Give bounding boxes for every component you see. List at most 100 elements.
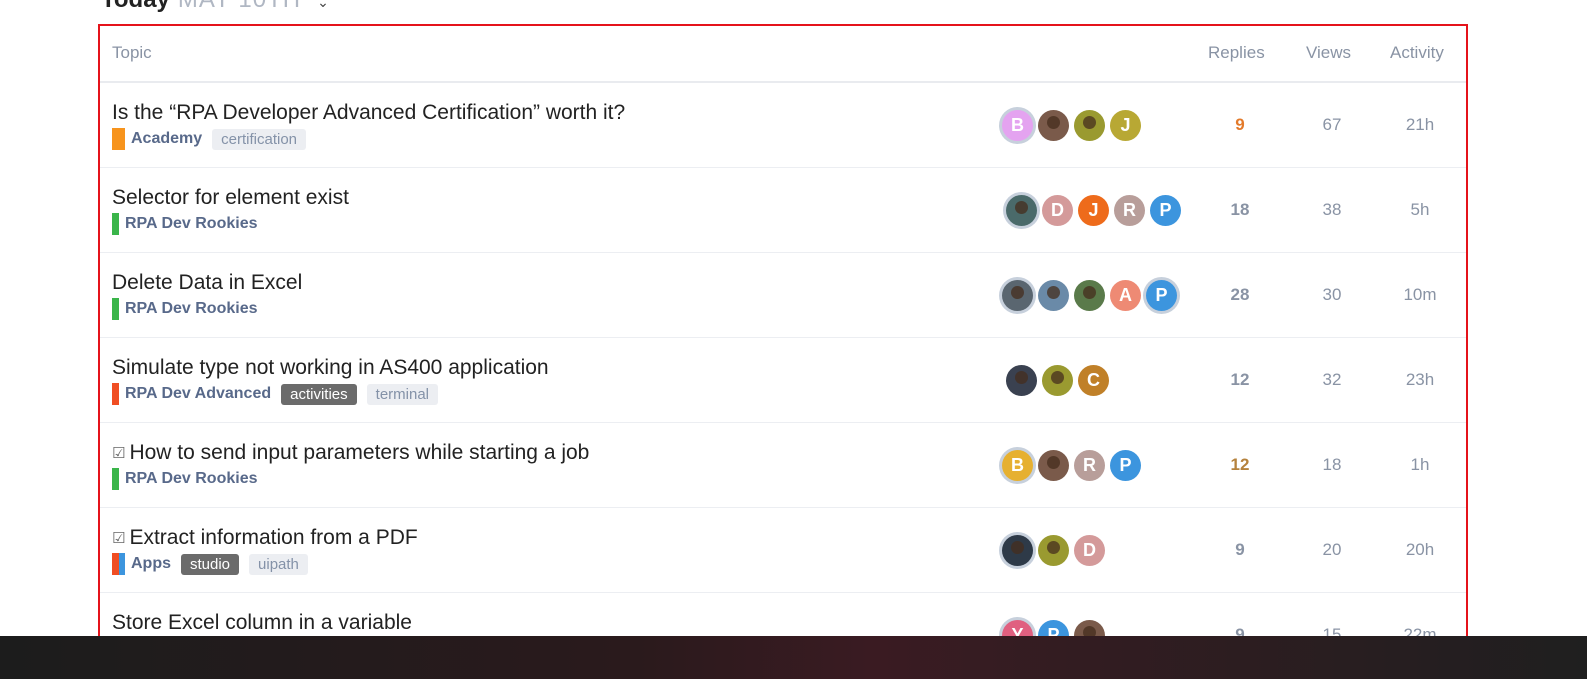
category-name[interactable]: RPA Dev Advanced xyxy=(125,385,271,403)
topic-title-link[interactable]: Simulate type not working in AS400 appli… xyxy=(112,356,549,380)
today-label: Today xyxy=(101,0,170,14)
avatar[interactable]: B xyxy=(1002,109,1033,141)
solved-checkbox-icon: ☑ xyxy=(112,530,126,547)
category-badge[interactable]: Apps xyxy=(112,553,171,575)
views-count: 30 xyxy=(1322,285,1342,304)
avatar[interactable]: C xyxy=(1078,364,1109,396)
topic-title-text[interactable]: Delete Data in Excel xyxy=(112,271,302,295)
replies-count[interactable]: 9 xyxy=(1200,83,1280,167)
category-badge[interactable]: RPA Dev Advanced xyxy=(112,383,271,405)
topic-row[interactable]: ☑ How to send input parameters while star… xyxy=(100,423,1466,508)
topic-title-link[interactable]: ☑ Extract information from a PDF xyxy=(112,526,418,550)
views-count: 20 xyxy=(1322,540,1342,559)
tag-chip[interactable]: uipath xyxy=(249,553,308,575)
category-badge[interactable]: Academy xyxy=(112,128,202,150)
topic-meta: RPA Dev Advanced activities terminal xyxy=(112,383,439,405)
avatar[interactable]: P xyxy=(1150,194,1181,226)
topic-row[interactable]: ☑ Extract information from a PDF Apps studi… xyxy=(100,508,1466,593)
avatar[interactable] xyxy=(1038,534,1069,566)
avatar[interactable]: J xyxy=(1078,194,1109,226)
avatar[interactable]: P xyxy=(1110,449,1141,481)
avatar[interactable]: R xyxy=(1074,449,1105,481)
column-replies[interactable]: Replies xyxy=(1208,43,1265,63)
avatar[interactable] xyxy=(1002,279,1033,311)
replies-count[interactable]: 28 xyxy=(1200,253,1280,337)
avatar[interactable]: B xyxy=(1002,449,1033,481)
avatar[interactable]: J xyxy=(1110,109,1141,141)
avatar[interactable] xyxy=(1042,364,1073,396)
replies-count[interactable]: 12 xyxy=(1200,338,1280,422)
views-count: 18 xyxy=(1322,455,1342,474)
topic-title-text[interactable]: Extract information from a PDF xyxy=(129,526,417,550)
topic-meta: RPA Dev Rookies xyxy=(112,213,257,235)
topic-meta: RPA Dev Rookies xyxy=(112,298,257,320)
avatar[interactable] xyxy=(1038,279,1069,311)
topic-title-text[interactable]: Selector for element exist xyxy=(112,186,349,210)
activity-time[interactable]: 21h xyxy=(1380,83,1460,167)
tag-chip[interactable]: terminal xyxy=(366,383,439,405)
category-name[interactable]: Academy xyxy=(131,130,202,148)
avatar[interactable] xyxy=(1074,109,1105,141)
poster-avatars: C xyxy=(1006,338,1109,422)
tag-chip[interactable]: certification xyxy=(212,128,307,150)
views-count: 67 xyxy=(1322,115,1342,134)
avatar[interactable] xyxy=(1002,534,1033,566)
topic-title-link[interactable]: ☑ How to send input parameters while star… xyxy=(112,441,589,465)
activity-time[interactable]: 1h xyxy=(1380,423,1460,507)
activity-time[interactable]: 5h xyxy=(1380,168,1460,252)
topic-meta: Apps studio uipath xyxy=(112,553,308,575)
avatar[interactable] xyxy=(1006,194,1037,226)
category-badge[interactable]: RPA Dev Rookies xyxy=(112,468,257,490)
tag-chip[interactable]: studio xyxy=(181,553,240,575)
avatar[interactable]: D xyxy=(1042,194,1073,226)
column-topic[interactable]: Topic xyxy=(112,43,152,63)
tag-chip[interactable]: activities xyxy=(281,383,357,405)
topic-title-text[interactable]: Simulate type not working in AS400 appli… xyxy=(112,356,549,380)
topic-row[interactable]: Is the “RPA Developer Advanced Certifica… xyxy=(100,83,1466,168)
topic-meta: Academy certification xyxy=(112,128,307,150)
topic-title-link[interactable]: Is the “RPA Developer Advanced Certifica… xyxy=(112,101,625,125)
category-badge[interactable]: RPA Dev Rookies xyxy=(112,213,257,235)
category-color-bar xyxy=(112,383,119,405)
category-color-bar xyxy=(112,468,119,490)
category-name[interactable]: RPA Dev Rookies xyxy=(125,470,257,488)
avatar[interactable] xyxy=(1038,109,1069,141)
column-activity[interactable]: Activity xyxy=(1390,43,1444,63)
category-color-bar xyxy=(112,213,119,235)
category-name[interactable]: Apps xyxy=(131,555,171,573)
avatar[interactable]: R xyxy=(1114,194,1145,226)
topic-title-text[interactable]: Is the “RPA Developer Advanced Certifica… xyxy=(112,101,625,125)
activity-time[interactable]: 20h xyxy=(1380,508,1460,592)
avatar[interactable]: D xyxy=(1074,534,1105,566)
topic-title-text[interactable]: Store Excel column in a variable xyxy=(112,611,412,635)
poster-avatars: BJ xyxy=(1002,83,1141,167)
chevron-down-icon[interactable]: ⌄ xyxy=(317,0,329,11)
topic-title-link[interactable]: Store Excel column in a variable xyxy=(112,611,412,635)
topic-row[interactable]: Delete Data in Excel RPA Dev Rookies A P 28 3… xyxy=(100,253,1466,338)
avatar[interactable] xyxy=(1074,279,1105,311)
table-header: Topic Replies Views Activity xyxy=(100,26,1466,83)
topic-meta: RPA Dev Rookies xyxy=(112,468,257,490)
avatar[interactable]: A xyxy=(1110,279,1141,311)
column-views[interactable]: Views xyxy=(1306,43,1351,63)
category-name[interactable]: RPA Dev Rookies xyxy=(125,300,257,318)
avatar[interactable]: P xyxy=(1146,279,1177,311)
activity-time[interactable]: 23h xyxy=(1380,338,1460,422)
poster-avatars: DJRP xyxy=(1006,168,1181,252)
poster-avatars: D xyxy=(1002,508,1105,592)
replies-count[interactable]: 12 xyxy=(1200,423,1280,507)
replies-count[interactable]: 18 xyxy=(1200,168,1280,252)
topic-title-link[interactable]: Selector for element exist xyxy=(112,186,349,210)
category-name[interactable]: RPA Dev Rookies xyxy=(125,215,257,233)
category-badge[interactable]: RPA Dev Rookies xyxy=(112,298,257,320)
replies-count[interactable]: 9 xyxy=(1200,508,1280,592)
topic-row[interactable]: Simulate type not working in AS400 appli… xyxy=(100,338,1466,423)
avatar[interactable] xyxy=(1006,364,1037,396)
activity-time[interactable]: 10m xyxy=(1380,253,1460,337)
avatar[interactable] xyxy=(1038,449,1069,481)
topic-row[interactable]: Selector for element exist RPA Dev Rookie… xyxy=(100,168,1466,253)
date-heading: Today MAY 10TH ⌄ xyxy=(101,0,329,14)
topic-title-text[interactable]: How to send input parameters while start… xyxy=(129,441,589,465)
category-color-bar xyxy=(112,128,125,150)
topic-title-link[interactable]: Delete Data in Excel xyxy=(112,271,302,295)
